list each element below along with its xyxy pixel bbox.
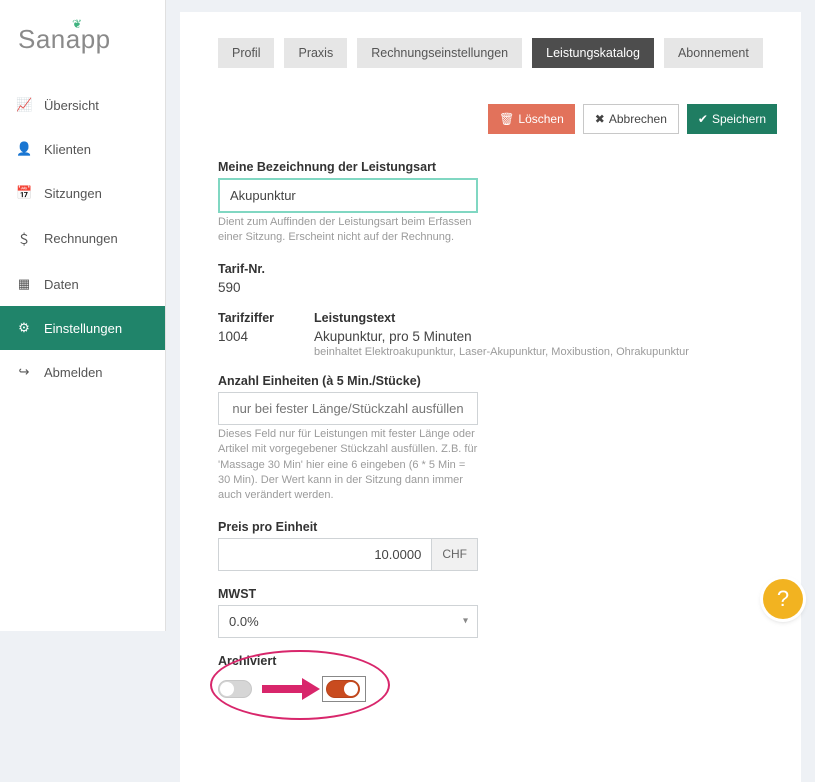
mwst-label: MWST bbox=[218, 587, 716, 601]
cancel-button[interactable]: ✖ Abbrechen bbox=[583, 104, 679, 134]
bezeichnung-input[interactable] bbox=[218, 178, 478, 213]
save-label: Speichern bbox=[712, 112, 766, 126]
sidebar-item-abmelden[interactable]: ↪ Abmelden bbox=[0, 350, 165, 394]
dollar-icon: ＄ bbox=[16, 229, 32, 248]
preis-label: Preis pro Einheit bbox=[218, 520, 716, 534]
group-leistungstext: Leistungstext Akupunktur, pro 5 Minuten … bbox=[314, 311, 716, 358]
save-button[interactable]: ✔ Speichern bbox=[687, 104, 777, 134]
sidebar: ❦ Sanapp 📈 Übersicht 👤 Klienten 📅 Sitzun… bbox=[0, 0, 166, 631]
preis-input[interactable] bbox=[218, 538, 432, 571]
annotation-arrow-icon bbox=[262, 678, 320, 700]
group-archiviert: Archiviert bbox=[218, 654, 716, 742]
group-tarifziffer: Tarifziffer 1004 bbox=[218, 311, 274, 358]
close-icon: ✖ bbox=[595, 112, 605, 126]
tarif-nr-value: 590 bbox=[218, 280, 716, 295]
content-card: Profil Praxis Rechnungseinstellungen Lei… bbox=[180, 12, 801, 782]
sidebar-item-rechnungen[interactable]: ＄ Rechnungen bbox=[0, 215, 165, 262]
question-icon: ? bbox=[777, 586, 789, 612]
tarifziffer-value: 1004 bbox=[218, 329, 274, 344]
check-icon: ✔ bbox=[698, 112, 708, 126]
grid-icon: ▦ bbox=[16, 276, 32, 292]
chart-icon: 📈 bbox=[16, 97, 32, 113]
group-mwst: MWST bbox=[218, 587, 716, 638]
service-form: Meine Bezeichnung der Leistungsart Dient… bbox=[180, 142, 740, 782]
help-fab[interactable]: ? bbox=[763, 579, 803, 619]
sidebar-item-label: Sitzungen bbox=[44, 186, 102, 201]
bezeichnung-help: Dient zum Auffinden der Leistungsart bei… bbox=[218, 215, 478, 246]
sidebar-item-label: Daten bbox=[44, 277, 79, 292]
group-bezeichnung: Meine Bezeichnung der Leistungsart Dient… bbox=[218, 160, 716, 246]
leaf-icon: ❦ bbox=[72, 17, 83, 31]
tab-praxis[interactable]: Praxis bbox=[284, 38, 347, 68]
sidebar-item-uebersicht[interactable]: 📈 Übersicht bbox=[0, 83, 165, 127]
tab-profil[interactable]: Profil bbox=[218, 38, 274, 68]
tab-abonnement[interactable]: Abonnement bbox=[664, 38, 763, 68]
delete-label: Löschen bbox=[518, 112, 563, 126]
sidebar-item-label: Übersicht bbox=[44, 98, 99, 113]
leistungstext-label: Leistungstext bbox=[314, 311, 716, 325]
tarif-nr-label: Tarif-Nr. bbox=[218, 262, 716, 276]
bezeichnung-label: Meine Bezeichnung der Leistungsart bbox=[218, 160, 716, 174]
sidebar-item-daten[interactable]: ▦ Daten bbox=[0, 262, 165, 306]
einheiten-input[interactable] bbox=[218, 392, 478, 425]
einheiten-help: Dieses Feld nur für Leistungen mit feste… bbox=[218, 427, 478, 504]
tab-leistungskatalog[interactable]: Leistungskatalog bbox=[532, 38, 654, 68]
settings-tabs: Profil Praxis Rechnungseinstellungen Lei… bbox=[180, 12, 801, 86]
sidebar-nav: 📈 Übersicht 👤 Klienten 📅 Sitzungen ＄ Rec… bbox=[0, 83, 165, 394]
calendar-icon: 📅 bbox=[16, 185, 32, 201]
main: Profil Praxis Rechnungseinstellungen Lei… bbox=[166, 0, 815, 631]
tab-rechnungseinstellungen[interactable]: Rechnungseinstellungen bbox=[357, 38, 522, 68]
currency-suffix: CHF bbox=[432, 538, 478, 571]
sidebar-item-sitzungen[interactable]: 📅 Sitzungen bbox=[0, 171, 165, 215]
delete-button[interactable]: 🗑 Löschen bbox=[488, 104, 575, 134]
sidebar-item-label: Abmelden bbox=[44, 365, 103, 380]
sidebar-item-einstellungen[interactable]: ⚙ Einstellungen bbox=[0, 306, 165, 350]
leistungstext-value: Akupunktur, pro 5 Minuten bbox=[314, 329, 716, 344]
group-preis: Preis pro Einheit CHF bbox=[218, 520, 716, 571]
einheiten-label: Anzahl Einheiten (à 5 Min./Stücke) bbox=[218, 374, 716, 388]
sidebar-item-label: Einstellungen bbox=[44, 321, 122, 336]
brand-name: Sanapp bbox=[18, 24, 111, 54]
sidebar-item-klienten[interactable]: 👤 Klienten bbox=[0, 127, 165, 171]
action-bar: 🗑 Löschen ✖ Abbrechen ✔ Speichern bbox=[180, 86, 801, 142]
leistungstext-sub: beinhaltet Elektroakupunktur, Laser-Akup… bbox=[314, 346, 716, 358]
sidebar-item-label: Klienten bbox=[44, 142, 91, 157]
user-icon: 👤 bbox=[16, 141, 32, 157]
archiviert-toggle-off[interactable] bbox=[218, 680, 252, 698]
brand-logo: ❦ Sanapp bbox=[0, 0, 165, 83]
cancel-label: Abbrechen bbox=[609, 112, 667, 126]
mwst-select[interactable] bbox=[218, 605, 478, 638]
trash-icon: 🗑 bbox=[499, 112, 514, 126]
group-einheiten: Anzahl Einheiten (à 5 Min./Stücke) Diese… bbox=[218, 374, 716, 504]
archiviert-annotation bbox=[218, 672, 398, 742]
signout-icon: ↪ bbox=[16, 364, 32, 380]
tarifziffer-label: Tarifziffer bbox=[218, 311, 274, 325]
archiviert-toggle-on[interactable] bbox=[326, 680, 360, 698]
gear-icon: ⚙ bbox=[16, 320, 32, 336]
sidebar-item-label: Rechnungen bbox=[44, 231, 118, 246]
group-tarif-nr: Tarif-Nr. 590 bbox=[218, 262, 716, 295]
